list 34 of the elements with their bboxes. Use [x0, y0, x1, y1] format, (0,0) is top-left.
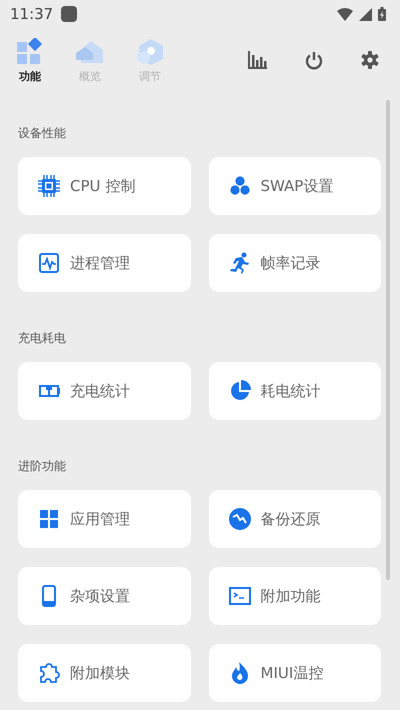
feature-card[interactable]: 备份还原	[208, 490, 381, 548]
feature-card[interactable]: 应用管理	[18, 490, 190, 548]
feature-card[interactable]: 耗电统计	[208, 362, 381, 420]
pie-icon	[228, 380, 250, 402]
house-icon	[76, 38, 104, 66]
puzzle-icon	[38, 662, 60, 684]
run-icon	[228, 252, 250, 274]
apps-icon	[38, 508, 60, 530]
signal-icon	[359, 8, 372, 20]
feature-card[interactable]: MIUI温控	[208, 644, 381, 702]
section-title: 进阶功能	[18, 458, 67, 475]
hex-icon	[136, 38, 164, 66]
wifi-icon	[337, 8, 353, 20]
cpu-icon	[38, 175, 60, 197]
notification-icon	[61, 6, 78, 22]
feature-card[interactable]: 附加模块	[18, 644, 190, 702]
scrollbar[interactable]	[386, 100, 390, 580]
feature-card[interactable]: 杂项设置	[18, 567, 190, 625]
nav-tab[interactable]: 功能	[12, 38, 48, 84]
feature-card[interactable]: SWAP设置	[208, 157, 381, 215]
feature-card[interactable]: 进程管理	[18, 234, 190, 292]
pulse-icon	[38, 252, 60, 274]
trend-icon	[228, 508, 250, 530]
battery-icon	[378, 7, 386, 21]
feature-card[interactable]: CPU 控制	[18, 157, 190, 215]
status-time: 11:37	[10, 5, 54, 23]
section-title: 设备性能	[18, 125, 67, 142]
feature-card[interactable]: 帧率记录	[208, 234, 381, 292]
section-title: 充电耗电	[18, 330, 67, 347]
grid-icon	[16, 38, 44, 66]
feature-card[interactable]: 充电统计	[18, 362, 190, 420]
chart-icon[interactable]	[246, 48, 270, 72]
feature-card[interactable]: 附加功能	[208, 567, 381, 625]
terminal-icon	[228, 585, 250, 607]
